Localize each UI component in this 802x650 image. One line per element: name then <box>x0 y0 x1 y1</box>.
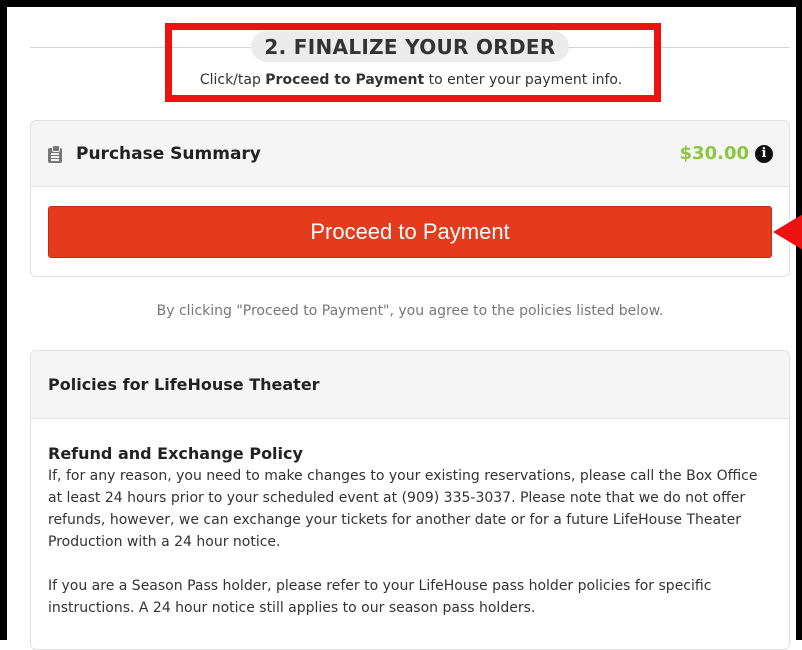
info-circle-icon[interactable]: i <box>755 144 773 163</box>
policies-card: Policies for LifeHouse Theater Refund an… <box>30 350 790 650</box>
policies-body: Refund and Exchange Policy If, for any r… <box>31 419 789 619</box>
policy-agreement-text: By clicking "Proceed to Payment", you ag… <box>156 303 664 319</box>
refund-policy-text: If, for any reason, you need to make cha… <box>48 468 758 550</box>
annotation-highlight-box <box>165 23 661 102</box>
purchase-summary-header[interactable]: Purchase Summary $30.00 i <box>31 121 789 187</box>
season-pass-policy-text: If you are a Season Pass holder, please … <box>48 578 712 616</box>
purchase-total: $30.00 <box>679 143 749 164</box>
annotation-arrow-icon <box>773 214 802 250</box>
policies-header: Policies for LifeHouse Theater <box>31 351 789 419</box>
purchase-summary-card: Purchase Summary $30.00 i Proceed to Pay… <box>30 120 790 277</box>
purchase-summary-title: Purchase Summary <box>76 143 261 164</box>
proceed-to-payment-button[interactable]: Proceed to Payment <box>48 206 772 258</box>
refund-policy-title: Refund and Exchange Policy <box>48 444 303 463</box>
clipboard-list-icon <box>48 144 62 163</box>
